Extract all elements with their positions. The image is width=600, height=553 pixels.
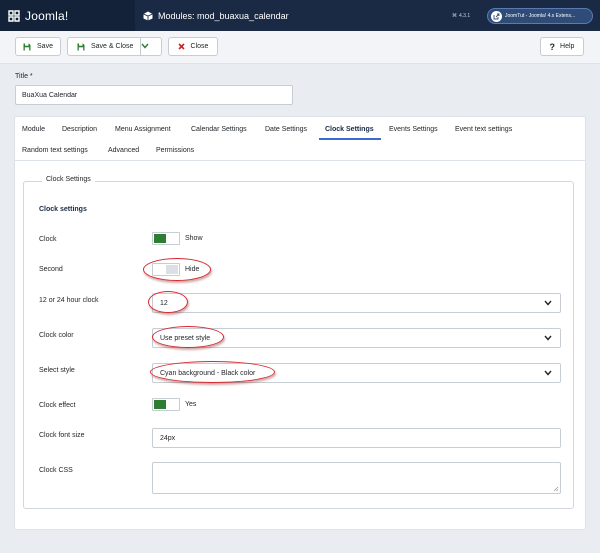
tab-event-text-settings[interactable]: Event text settings [455, 126, 512, 133]
external-link-icon [491, 10, 502, 22]
clock-css-textarea[interactable] [152, 462, 561, 494]
font-size-input[interactable] [152, 428, 561, 448]
close-label: Close [190, 43, 209, 50]
clock-effect-label: Clock effect [39, 402, 76, 409]
toggle-knob [154, 400, 166, 409]
clock-toggle[interactable] [152, 232, 180, 245]
cube-icon [143, 11, 153, 20]
hour-format-select[interactable]: 12 [152, 293, 561, 313]
joomla-small-icon: ⌘ [452, 12, 457, 19]
tab-menu-assignment[interactable]: Menu Assignment [115, 126, 171, 133]
save-icon [77, 43, 85, 50]
font-size-label: Clock font size [39, 432, 85, 439]
tab-module[interactable]: Module [22, 126, 45, 133]
save-label: Save [37, 43, 53, 50]
question-icon: ? [549, 41, 556, 52]
chevron-down-icon [544, 300, 552, 306]
second-toggle-state: Hide [185, 266, 200, 273]
page-title: Modules: mod_buaxua_calendar [143, 0, 289, 31]
clock-color-label: Clock color [39, 332, 74, 339]
site-link-label: JoomTut - Joomla! 4.x Extens... [505, 13, 576, 19]
hour-format-label: 12 or 24 hour clock [39, 297, 99, 304]
page-title-text: Modules: mod_buaxua_calendar [158, 10, 289, 21]
resize-grip-icon[interactable] [553, 486, 559, 492]
clock-css-label: Clock CSS [39, 467, 73, 474]
close-icon [177, 43, 185, 50]
toggle-knob [166, 265, 178, 274]
save-close-button[interactable]: Save & Close [67, 37, 162, 56]
header-bar: Joomla! Modules: mod_buaxua_calendar ⌘ 4… [0, 0, 600, 31]
active-tab-indicator [319, 138, 381, 140]
title-label: Title * [15, 73, 33, 80]
site-link-button[interactable]: JoomTut - Joomla! 4.x Extens... [487, 8, 593, 24]
select-style-label: Select style [39, 367, 75, 374]
chevron-down-icon[interactable] [141, 43, 149, 49]
hour-format-value: 12 [160, 299, 168, 307]
version-number: 4.3.1 [459, 12, 471, 19]
toolbar: Save Save & Close Close ? Help [0, 31, 600, 64]
tab-calendar-settings[interactable]: Calendar Settings [191, 126, 247, 133]
fieldset-legend: Clock Settings [42, 176, 95, 183]
second-toggle[interactable] [152, 263, 180, 276]
tab-permissions[interactable]: Permissions [156, 147, 194, 154]
version-label: ⌘ 4.3.1 [452, 0, 470, 31]
clock-label: Clock [39, 236, 57, 243]
tab-clock-settings[interactable]: Clock Settings [325, 126, 374, 133]
title-input[interactable] [15, 85, 293, 105]
clock-toggle-state: Show [185, 235, 203, 242]
clock-color-select[interactable]: Use preset style [152, 328, 561, 348]
tab-advanced[interactable]: Advanced [108, 147, 139, 154]
tab-date-settings[interactable]: Date Settings [265, 126, 307, 133]
select-style-value: Cyan background - Black color [160, 369, 256, 377]
tabs-divider [14, 160, 586, 161]
second-label: Second [39, 266, 63, 273]
chevron-down-icon [544, 335, 552, 341]
brand-name: Joomla! [25, 8, 69, 23]
joomla-logo-icon [8, 9, 20, 22]
save-close-label: Save & Close [91, 43, 134, 50]
tab-random-text-settings[interactable]: Random text settings [22, 147, 88, 154]
help-label: Help [560, 43, 575, 50]
help-button[interactable]: ? Help [540, 37, 584, 56]
section-heading: Clock settings [39, 206, 87, 213]
clock-effect-toggle[interactable] [152, 398, 180, 411]
clock-color-value: Use preset style [160, 334, 211, 342]
clock-effect-toggle-state: Yes [185, 401, 197, 408]
joomla-brand[interactable]: Joomla! [0, 0, 135, 31]
toggle-knob [154, 234, 166, 243]
chevron-down-icon [544, 370, 552, 376]
close-button[interactable]: Close [168, 37, 218, 56]
tab-events-settings[interactable]: Events Settings [389, 126, 438, 133]
tab-description[interactable]: Description [62, 126, 97, 133]
save-button[interactable]: Save [15, 37, 61, 56]
save-icon [23, 43, 31, 50]
select-style-select[interactable]: Cyan background - Black color [152, 363, 561, 383]
